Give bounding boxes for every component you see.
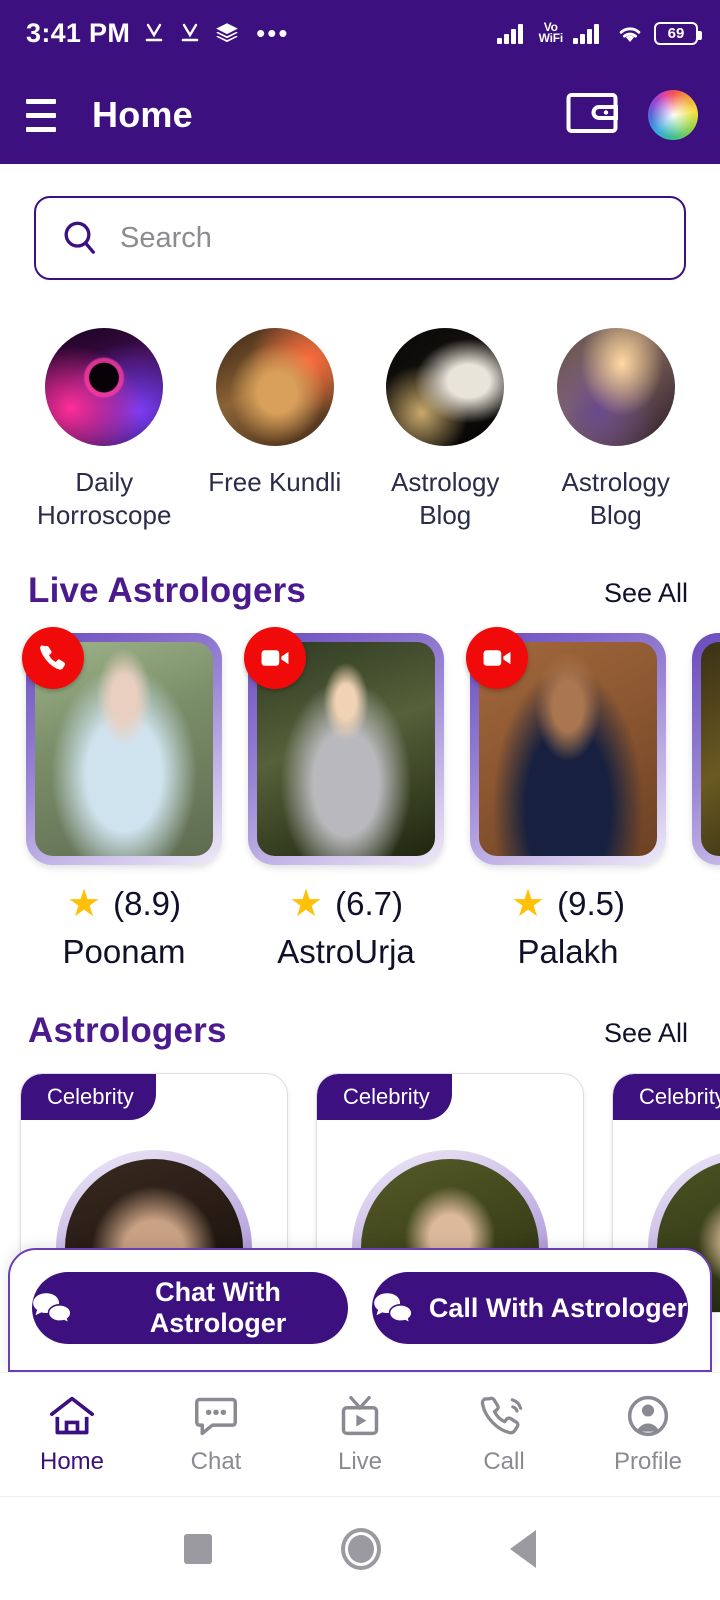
nav-label: Call <box>483 1447 525 1475</box>
chat-bubbles-icon <box>373 1291 413 1325</box>
profile-icon <box>624 1394 672 1438</box>
category-item-astrology-blog-2[interactable]: Astrology Blog <box>542 328 691 531</box>
battery-level: 69 <box>667 24 685 42</box>
app-header: Home <box>0 66 720 164</box>
category-image <box>556 328 675 446</box>
live-astrologer-card[interactable]: ★ (6.7) AstroUrja <box>244 627 444 971</box>
rating-value: (6.7) <box>335 885 403 922</box>
astrologer-name: Poonam <box>62 933 186 970</box>
live-astrologer-card-partial[interactable] <box>692 633 720 971</box>
color-wheel-avatar[interactable] <box>648 90 698 140</box>
tv-play-icon <box>336 1394 384 1438</box>
see-all-live-link[interactable]: See All <box>604 578 688 609</box>
circle-home-icon[interactable] <box>340 1527 381 1570</box>
astrologer-photo <box>701 642 720 856</box>
wallet-icon[interactable] <box>566 92 618 139</box>
category-item-free-kundli[interactable]: Free Kundli <box>201 328 350 531</box>
category-label: Astrology Blog <box>561 467 670 530</box>
status-bar: 3:41 PM ••• Vo WiFi 69 <box>0 0 720 66</box>
live-card-frame <box>692 633 720 865</box>
video-icon[interactable] <box>466 627 528 689</box>
category-item-astrology-blog-1[interactable]: Astrology Blog <box>371 328 520 531</box>
celebrity-badge: Celebrity <box>613 1074 720 1120</box>
live-card-frame <box>466 627 666 865</box>
cta-bar: Chat With Astrologer Call With Astrologe… <box>8 1248 712 1372</box>
nav-item-call[interactable]: Call <box>432 1394 576 1476</box>
signal-bars-icon <box>572 21 606 45</box>
search-icon <box>60 218 100 258</box>
search-placeholder: Search <box>120 221 212 254</box>
status-time: 3:41 PM <box>26 17 131 48</box>
rating-row: ★ (9.5) <box>470 885 666 923</box>
page-title: Home <box>92 94 193 135</box>
rating-value: (9.5) <box>557 885 625 922</box>
video-icon[interactable] <box>244 627 306 689</box>
scroll-content[interactable]: Search Daily Horroscope Free Kundli Astr… <box>0 164 720 1372</box>
live-card-frame <box>244 627 444 865</box>
hamburger-icon[interactable] <box>12 90 70 140</box>
celebrity-badge: Celebrity <box>317 1074 452 1120</box>
star-icon: ★ <box>67 883 102 925</box>
triangle-back-icon[interactable] <box>509 1529 536 1568</box>
nav-label: Live <box>337 1447 383 1475</box>
status-bar-left: 3:41 PM ••• <box>26 18 289 49</box>
vowifi-bottom: WiFi <box>538 31 564 45</box>
rating-value: (8.9) <box>113 885 181 922</box>
rating-row: ★ (6.7) <box>248 885 444 923</box>
vowifi-label: Vo WiFi <box>538 21 564 45</box>
category-image <box>45 328 164 446</box>
square-recents-icon[interactable] <box>184 1533 213 1564</box>
search-section: Search <box>0 164 720 280</box>
chat-button-label: Chat With Astrologer <box>149 1277 287 1338</box>
call-with-astrologer-button[interactable]: Call With Astrologer <box>372 1272 688 1344</box>
chat-with-astrologer-button[interactable]: Chat With Astrologer <box>32 1272 348 1344</box>
live-card-frame <box>22 627 222 865</box>
search-input[interactable]: Search <box>34 196 686 280</box>
call-button-label: Call With Astrologer <box>428 1292 688 1323</box>
live-astrologers-rail[interactable]: ★ (8.9) Poonam ★ (6.7) AstroUrja ★ (9.5)… <box>0 611 720 971</box>
nav-label: Profile <box>613 1447 683 1475</box>
category-item-daily-horroscope[interactable]: Daily Horroscope <box>30 328 179 531</box>
chat-icon <box>192 1394 240 1438</box>
live-astrologer-card[interactable]: ★ (8.9) Poonam <box>22 627 222 971</box>
astrologer-name: AstroUrja <box>277 933 415 970</box>
bottom-navigation: Home Chat Live Call Profile <box>0 1372 720 1496</box>
celebrity-badge: Celebrity <box>21 1074 156 1120</box>
home-icon <box>48 1394 96 1438</box>
chat-bubbles-icon <box>32 1291 72 1325</box>
category-label: Free Kundli <box>208 467 342 497</box>
battery-icon: 69 <box>654 21 702 45</box>
astrologer-name: Palakh <box>517 933 619 970</box>
see-all-astrologers-link[interactable]: See All <box>604 1018 688 1049</box>
nav-label: Home <box>39 1447 105 1475</box>
download-check-icon <box>142 21 166 45</box>
status-bar-right: Vo WiFi 69 <box>496 21 702 45</box>
more-dots-icon: ••• <box>256 18 290 48</box>
category-label: Astrology Blog <box>391 467 500 530</box>
layers-icon <box>214 20 240 46</box>
section-title: Live Astrologers <box>28 571 307 610</box>
section-title: Astrologers <box>28 1011 227 1050</box>
category-label: Daily Horroscope <box>37 467 172 530</box>
system-navigation-bar <box>0 1496 720 1600</box>
signal-bars-icon <box>496 21 530 45</box>
star-icon: ★ <box>289 883 324 925</box>
star-icon: ★ <box>511 883 546 925</box>
category-image <box>215 328 334 446</box>
live-astrologer-card[interactable]: ★ (9.5) Palakh <box>466 627 666 971</box>
rating-row: ★ (8.9) <box>26 885 222 923</box>
nav-item-profile[interactable]: Profile <box>576 1394 720 1476</box>
live-astrologers-header: Live Astrologers See All <box>0 531 720 611</box>
phone-icon[interactable] <box>22 627 84 689</box>
wifi-icon <box>615 21 645 45</box>
nav-label: Chat <box>190 1447 242 1475</box>
category-row: Daily Horroscope Free Kundli Astrology B… <box>0 280 720 531</box>
category-image <box>386 328 505 446</box>
astrologers-header: Astrologers See All <box>0 971 720 1051</box>
call-icon <box>480 1394 528 1438</box>
download-check-icon <box>178 21 202 45</box>
nav-item-home[interactable]: Home <box>0 1394 144 1476</box>
nav-item-live[interactable]: Live <box>288 1394 432 1476</box>
nav-item-chat[interactable]: Chat <box>144 1394 288 1476</box>
